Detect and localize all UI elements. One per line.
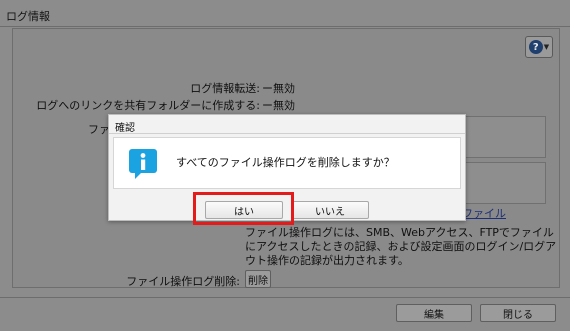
question-icon: ? bbox=[528, 40, 543, 54]
dialog-body: すべてのファイル操作ログを削除しますか？ bbox=[113, 137, 461, 189]
window-title: ログ情報 bbox=[6, 10, 50, 23]
share-link-label: ログへのリンクを共有フォルダーに作成する: bbox=[36, 99, 260, 112]
log-transfer-label: ログ情報転送: bbox=[190, 82, 260, 95]
description-text: ファイル操作ログには、SMB、Webアクセス、FTPでファイルにアクセスしたとき… bbox=[245, 226, 557, 267]
no-button[interactable]: いいえ bbox=[291, 201, 369, 219]
delete-button[interactable]: 削除 bbox=[245, 270, 271, 288]
edit-button[interactable]: 編集 bbox=[396, 304, 472, 322]
dialog-title: 確認 bbox=[115, 123, 135, 134]
log-transfer-value: ー無効 bbox=[262, 82, 295, 95]
file-link[interactable]: ファイル bbox=[462, 205, 506, 221]
share-link-value: ー無効 bbox=[262, 99, 295, 112]
chevron-down-icon: ▼ bbox=[543, 43, 550, 51]
file-label: ファ bbox=[88, 123, 110, 136]
highlight-box bbox=[193, 192, 294, 225]
title-divider bbox=[0, 26, 570, 27]
footer-divider bbox=[0, 297, 570, 298]
info-icon bbox=[129, 149, 157, 179]
dialog-message: すべてのファイル操作ログを削除しますか？ bbox=[176, 156, 395, 169]
delete-log-label: ファイル操作ログ削除: bbox=[126, 275, 240, 288]
help-button[interactable]: ? ▼ bbox=[525, 36, 553, 58]
close-button[interactable]: 閉じる bbox=[480, 304, 556, 322]
dialog-title-divider bbox=[109, 133, 465, 134]
